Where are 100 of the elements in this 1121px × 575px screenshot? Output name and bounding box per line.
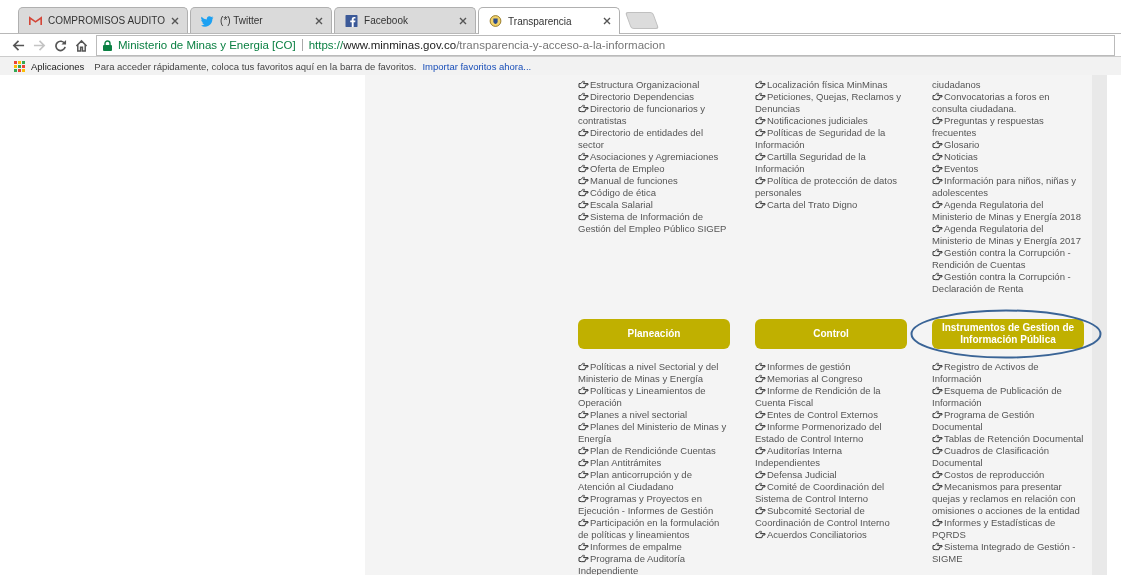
pointing-hand-icon — [932, 164, 943, 173]
mail-icon — [29, 14, 42, 27]
link[interactable]: Informes y Estadísticas de PQRDS — [932, 517, 1084, 541]
link[interactable]: Peticiones, Quejas, Reclamos y Denuncias — [755, 91, 907, 115]
link[interactable]: Programa de Gestión Documental — [932, 409, 1084, 433]
pointing-hand-icon — [932, 410, 943, 419]
link[interactable]: Oferta de Empleo — [578, 163, 730, 175]
pointing-hand-icon — [755, 92, 766, 101]
pointing-hand-icon — [755, 152, 766, 161]
pointing-hand-icon — [578, 80, 589, 89]
pointing-hand-icon — [755, 446, 766, 455]
apps-grid-icon[interactable] — [14, 60, 25, 72]
browser-tab[interactable]: (*) Twitter — [190, 7, 333, 33]
close-icon[interactable] — [315, 16, 324, 25]
pointing-hand-icon — [755, 422, 766, 431]
link[interactable]: Escala Salarial — [578, 199, 730, 211]
link[interactable]: Política de protección de datos personales — [755, 175, 907, 199]
link[interactable]: Directorio Dependencias — [578, 91, 730, 103]
pointing-hand-icon — [755, 374, 766, 383]
pointing-hand-icon — [578, 386, 589, 395]
link[interactable]: Sistema Integrado de Gestión - SIGME — [932, 541, 1084, 565]
link[interactable]: Información para niños, niñas y adolescentes — [932, 175, 1084, 199]
import-bookmarks-link[interactable]: Importar favoritos ahora... — [422, 60, 532, 72]
facebook-icon — [345, 14, 359, 27]
address-bar[interactable]: Ministerio de Minas y Energia [CO] https://www.minminas.gov.co/transparencia-y-acceso-a-la-informacion — [96, 34, 1115, 56]
link[interactable]: Eventos — [932, 163, 1084, 175]
link[interactable]: Esquema de Publicación de Información — [932, 385, 1084, 409]
link[interactable]: Directorio de funcionarios y contratistas — [578, 103, 730, 127]
link[interactable]: Políticas y Lineamientos de Operación — [578, 385, 730, 409]
pointing-hand-icon — [755, 176, 766, 185]
link[interactable]: Auditorías Interna Independientes — [755, 445, 907, 469]
pointing-hand-icon — [578, 104, 589, 113]
pointing-hand-icon — [578, 176, 589, 185]
link[interactable]: Carta del Trato Digno — [755, 199, 907, 211]
pointing-hand-icon — [578, 554, 589, 563]
link[interactable]: Informes de gestión — [755, 361, 907, 373]
link[interactable]: Registro de Activos de Información — [932, 361, 1084, 385]
link[interactable]: Estructura Organizacional — [578, 79, 730, 91]
link[interactable]: Manual de funciones — [578, 175, 730, 187]
apps-link[interactable]: Aplicaciones — [31, 60, 85, 72]
reload-icon[interactable] — [54, 38, 67, 52]
link[interactable]: Políticas de Seguridad de la Información — [755, 127, 907, 151]
link[interactable]: Agenda Regulatoria del Ministerio de Minas y Energía 2017 — [932, 223, 1084, 247]
pointing-hand-icon — [578, 164, 589, 173]
link[interactable]: Glosario — [932, 139, 1084, 151]
pointing-hand-icon — [932, 386, 943, 395]
link[interactable]: Noticias — [932, 151, 1084, 163]
link[interactable]: Localización física MinMinas — [755, 79, 907, 91]
link[interactable]: Planes a nivel sectorial — [578, 409, 730, 421]
link[interactable]: Cartilla Seguridad de la Información — [755, 151, 907, 175]
link[interactable]: Informes de empalme — [578, 541, 730, 553]
link[interactable]: Programas y Proyectos en Ejecución - Informes de Gestión — [578, 493, 730, 517]
close-icon[interactable] — [459, 16, 468, 25]
link[interactable]: Planes del Ministerio de Minas y Energía — [578, 421, 730, 445]
link[interactable]: Costos de reproducción — [932, 469, 1084, 481]
browser-tab[interactable]: Transparencia — [478, 7, 621, 34]
home-icon[interactable] — [75, 38, 88, 52]
link[interactable]: Políticas a nivel Sectorial y del Ministerio de Minas y Energía — [578, 361, 730, 385]
pointing-hand-icon — [578, 518, 589, 527]
link[interactable]: ciudadanos — [932, 79, 1084, 91]
pointing-hand-icon — [755, 530, 766, 539]
close-icon[interactable] — [171, 16, 180, 25]
pointing-hand-icon — [932, 362, 943, 371]
link[interactable]: Gestión contra la Corrupción - Rendición de Cuentas — [932, 247, 1084, 271]
link[interactable]: Plan Antitrámites — [578, 457, 730, 469]
link[interactable]: Notificaciones judiciales — [755, 115, 907, 127]
link[interactable]: Informe de Rendición de la Cuenta Fiscal — [755, 385, 907, 409]
link[interactable]: Plan anticorrupción y de Atención al Ciudadano — [578, 469, 730, 493]
link[interactable]: Acuerdos Conciliatorios — [755, 529, 907, 541]
link[interactable]: Gestión contra la Corrupción - Declaración de Renta — [932, 271, 1084, 295]
link[interactable]: Asociaciones y Agremiaciones — [578, 151, 730, 163]
link[interactable]: Cuadros de Clasificación Documental — [932, 445, 1084, 469]
link[interactable]: Comité de Coordinación del Sistema de Control Interno — [755, 481, 907, 505]
pointing-hand-icon — [578, 128, 589, 137]
pointing-hand-icon — [578, 212, 589, 221]
link[interactable]: Entes de Control Externos — [755, 409, 907, 421]
close-icon[interactable] — [603, 17, 612, 25]
back-icon[interactable] — [12, 38, 25, 52]
link[interactable]: Directorio de entidades del sector — [578, 127, 730, 151]
pointing-hand-icon — [932, 470, 943, 479]
pointing-hand-icon — [932, 482, 943, 491]
link[interactable]: Código de ética — [578, 187, 730, 199]
browser-tab[interactable]: COMPROMISOS AUDITO — [18, 7, 189, 33]
pointing-hand-icon — [932, 224, 943, 233]
link[interactable]: Convocatorias a foros en consulta ciudadana. — [932, 91, 1084, 115]
link[interactable]: Mecanismos para presentar quejas y reclamos en relación con omisiones o acciones de la entidad — [932, 481, 1084, 517]
url-text: https://www.minminas.gov.co/transparencia-y-acceso-a-la-informacion — [308, 39, 666, 51]
link[interactable]: Subcomité Sectorial de Coordinación de Control Interno — [755, 505, 907, 529]
link[interactable]: Participación en la formulación de políticas y lineamientos — [578, 517, 730, 541]
pointing-hand-icon — [578, 410, 589, 419]
link[interactable]: Memorias al Congreso — [755, 373, 907, 385]
link[interactable]: Tablas de Retención Documental — [932, 433, 1084, 445]
link[interactable]: Agenda Regulatoria del Ministerio de Minas y Energía 2018 — [932, 199, 1084, 223]
link[interactable]: Plan de Rendiciónde Cuentas — [578, 445, 730, 457]
link[interactable]: Preguntas y respuestas frecuentes — [932, 115, 1084, 139]
browser-tab[interactable]: Facebook — [334, 7, 477, 33]
link[interactable]: Defensa Judicial — [755, 469, 907, 481]
link[interactable]: Informe Pormenorizado del Estado de Control Interno — [755, 421, 907, 445]
link[interactable]: Sistema de Información de Gestión del Empleo Público SIGEP — [578, 211, 730, 235]
pointing-hand-icon — [578, 92, 589, 101]
